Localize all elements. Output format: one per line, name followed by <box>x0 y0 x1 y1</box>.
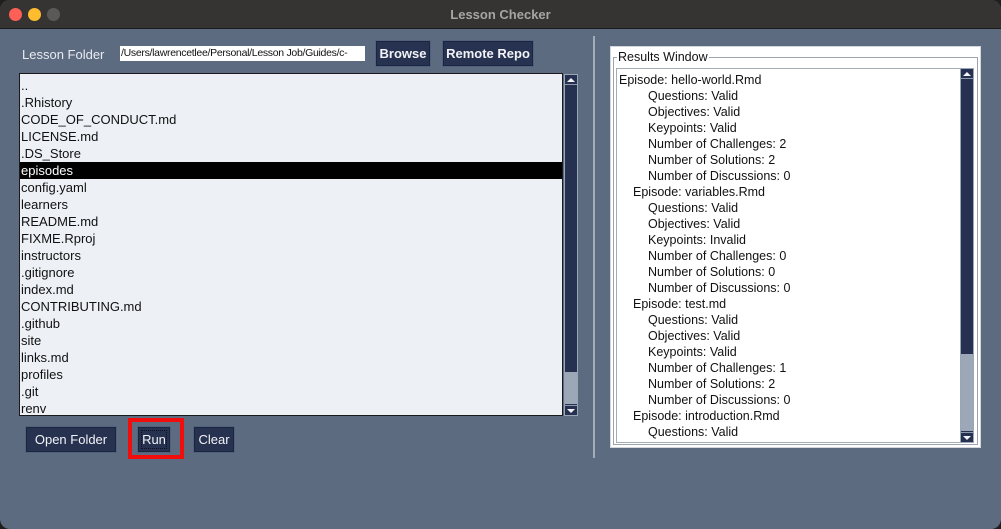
result-detail-line: Keypoints: Valid <box>648 121 737 135</box>
run-button[interactable]: Run <box>137 426 171 453</box>
file-list-item[interactable]: .DS_Store <box>20 145 562 162</box>
result-detail-line: Number of Challenges: 2 <box>648 137 787 151</box>
result-detail-line: Keypoints: Invalid <box>648 233 746 247</box>
result-episode-line: Episode: introduction.Rmd <box>633 409 780 423</box>
results-scrollbar[interactable] <box>960 68 974 443</box>
clear-button[interactable]: Clear <box>193 426 235 453</box>
remote-repo-button[interactable]: Remote Repo <box>442 40 534 67</box>
file-list-item[interactable]: episodes <box>20 162 562 179</box>
scroll-down-button[interactable] <box>565 405 577 415</box>
result-detail-line: Number of Challenges: 1 <box>648 361 787 375</box>
pane-divider[interactable] <box>593 36 595 458</box>
results-textbox[interactable]: Episode: hello-world.Rmd Questions: Valid… <box>616 68 961 443</box>
file-list-item[interactable]: .gitignore <box>20 264 562 281</box>
browse-button[interactable]: Browse <box>375 40 431 67</box>
result-detail-line: Questions: Valid <box>648 313 739 327</box>
scroll-thumb[interactable] <box>565 86 577 373</box>
scroll-thumb[interactable] <box>961 80 973 354</box>
result-episode-line: Episode: variables.Rmd <box>633 185 766 199</box>
results-window-frame: Results Window Episode: hello-world.Rmd Q… <box>610 46 981 448</box>
main-content: Lesson Folder Browse Remote Repo ...Rhis… <box>0 30 1001 529</box>
file-list-item[interactable]: renv <box>20 400 562 415</box>
file-list-item[interactable]: FIXME.Rproj <box>20 230 562 247</box>
scroll-up-button[interactable] <box>565 75 577 85</box>
scroll-up-button[interactable] <box>961 69 973 79</box>
focus-ring <box>141 430 167 449</box>
result-detail-line: Number of Solutions: 0 <box>648 265 776 279</box>
results-window-legend: Results Window <box>617 50 709 64</box>
file-listbox[interactable]: .. .Rhistory CODE_OF_CONDUCT.md LICENSE.md.… <box>19 73 563 416</box>
result-detail-line: Keypoints: Valid <box>648 345 737 359</box>
arrow-up-icon <box>567 77 575 82</box>
window-title: Lesson Checker <box>450 7 551 22</box>
result-detail-line: Objectives: Valid <box>648 105 741 119</box>
result-detail-line: Objectives: Valid <box>648 217 741 231</box>
file-list-item[interactable]: .git <box>20 383 562 400</box>
lesson-folder-path-input[interactable] <box>120 46 365 61</box>
result-detail-line: Number of Solutions: 2 <box>648 153 776 167</box>
result-episode-line: Episode: hello-world.Rmd <box>619 73 762 87</box>
result-detail-line: Number of Discussions: 0 <box>648 281 791 295</box>
arrow-up-icon <box>963 71 971 76</box>
file-list-item[interactable]: .github <box>20 315 562 332</box>
arrow-down-icon <box>963 435 971 440</box>
result-detail-line: Questions: Valid <box>648 89 739 103</box>
file-list-item[interactable]: README.md <box>20 213 562 230</box>
result-detail-line: Number of Discussions: 0 <box>648 393 791 407</box>
file-list-item[interactable]: CODE_OF_CONDUCT.md <box>20 111 562 128</box>
lesson-folder-label: Lesson Folder <box>22 47 105 62</box>
scroll-trough[interactable] <box>565 86 577 404</box>
file-list-item[interactable]: profiles <box>20 366 562 383</box>
result-detail-line: Number of Solutions: 2 <box>648 377 776 391</box>
lesson-checker-window: Lesson Checker Lesson Folder Browse Remo… <box>0 0 1001 529</box>
file-list-item[interactable]: links.md <box>20 349 562 366</box>
file-list-item[interactable]: site <box>20 332 562 349</box>
file-list-item[interactable]: config.yaml <box>20 179 562 196</box>
file-list-item[interactable]: instructors <box>20 247 562 264</box>
file-list-item[interactable]: learners <box>20 196 562 213</box>
file-list-item[interactable]: LICENSE.md <box>20 128 562 145</box>
scroll-down-button[interactable] <box>961 432 973 442</box>
results-lines: Episode: hello-world.Rmd Questions: Valid… <box>619 72 790 440</box>
arrow-down-icon <box>567 408 575 413</box>
file-list-scrollbar[interactable] <box>564 74 578 416</box>
file-list-item[interactable]: CONTRIBUTING.md <box>20 298 562 315</box>
file-list-item[interactable]: .Rhistory <box>20 94 562 111</box>
title-bar: Lesson Checker <box>0 0 1001 29</box>
file-list-item[interactable]: index.md <box>20 281 562 298</box>
file-list-item[interactable]: .. <box>20 77 562 94</box>
scroll-trough[interactable] <box>961 80 973 431</box>
result-detail-line: Objectives: Valid <box>648 329 741 343</box>
result-detail-line: Number of Challenges: 0 <box>648 249 787 263</box>
result-detail-line: Questions: Valid <box>648 201 739 215</box>
result-detail-line: Questions: Valid <box>648 425 739 439</box>
result-detail-line: Number of Discussions: 0 <box>648 169 791 183</box>
open-folder-button[interactable]: Open Folder <box>25 426 117 453</box>
result-episode-line: Episode: test.md <box>633 297 727 311</box>
file-list-items: .. .Rhistory CODE_OF_CONDUCT.md LICENSE.md.… <box>20 77 562 415</box>
